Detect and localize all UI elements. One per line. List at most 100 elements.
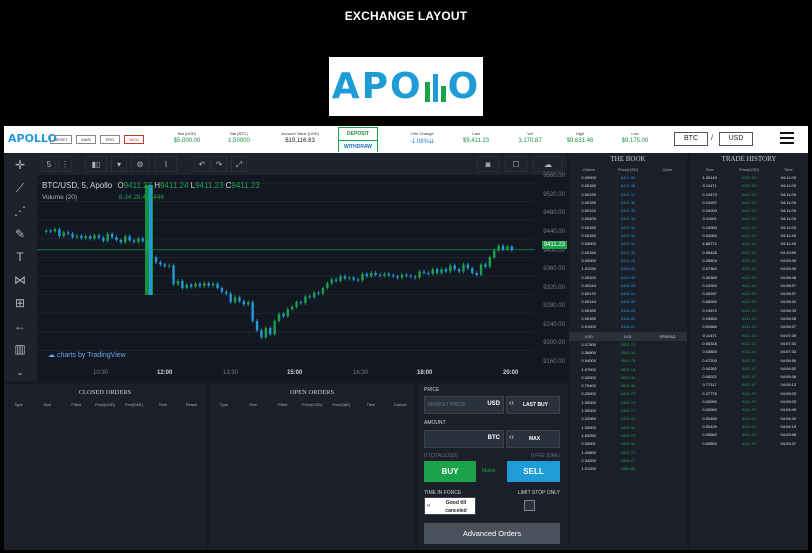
book-row[interactable]: 0.70400 9525.80 <box>569 382 687 390</box>
quote-currency-select[interactable]: USD <box>719 132 753 146</box>
reset-button[interactable]: RESET <box>50 135 72 144</box>
book-row[interactable]: 0.00165 9406.03 <box>569 307 687 315</box>
candles-plot <box>37 182 535 351</box>
tif-select[interactable]: ‹› Good till canceled <box>424 497 476 515</box>
candle <box>247 302 250 305</box>
candle <box>471 268 474 273</box>
deposit-button[interactable]: DEPOSIT <box>339 128 377 140</box>
book-row[interactable]: 1.01230 9410.00 <box>569 265 687 273</box>
dropdown-icon[interactable]: ▾ <box>111 156 127 172</box>
book-row[interactable]: 1.44600 9392.72 <box>569 449 687 457</box>
book-row[interactable]: 0.20000 9408.79 <box>569 390 687 398</box>
redo-icon[interactable]: ↷ <box>211 156 227 172</box>
collapse-icon[interactable]: ⌄ <box>12 364 28 380</box>
time-tick: 10:30 <box>93 370 109 376</box>
interval-menu[interactable]: ⋮ <box>58 156 72 172</box>
book-row[interactable]: 0.00009 9411.59 <box>569 174 687 182</box>
book-row[interactable]: 0.00244 9406.03 <box>569 282 687 290</box>
save-chart-icon[interactable]: ☐ <box>505 156 527 172</box>
pattern-icon[interactable]: ⋈ <box>12 272 28 288</box>
book-row[interactable]: 0.00165 9406.02 <box>569 315 687 323</box>
back-arrow-icon[interactable]: ← <box>12 318 28 334</box>
book-row[interactable]: 0.36800 9543.55 <box>569 349 687 357</box>
book-row[interactable]: 0.54000 9542.75 <box>569 357 687 365</box>
trade-row: 0.03800 9411.24 04:07:34 <box>702 349 797 355</box>
sell-button[interactable]: SELL <box>507 461 560 482</box>
menu-icon[interactable] <box>780 132 794 147</box>
candle <box>400 274 404 278</box>
trade-row: 0.11471 9411.24 04:07:39 <box>702 332 797 338</box>
book-row[interactable]: 0.34200 9390.27 <box>569 457 687 465</box>
book-row[interactable]: 0.00154 9411.30 <box>569 249 687 257</box>
settings-icon[interactable]: ⚙ <box>131 156 149 172</box>
candle <box>172 265 175 285</box>
limit-stop-checkbox[interactable] <box>524 500 535 511</box>
candle <box>352 277 355 280</box>
book-row[interactable]: 1.07000 9525.13 <box>569 366 687 374</box>
fib-icon[interactable]: ⋰ <box>12 203 28 219</box>
closed-orders-headers: Type Size Filled Price(USD) Fee(DAE) Time Resu… <box>14 402 198 407</box>
advanced-orders-button[interactable]: Advanced Orders <box>424 523 560 544</box>
book-title: THE BOOK <box>610 155 646 163</box>
book-row[interactable]: 0.00122 9411.35 <box>569 207 687 215</box>
candle <box>370 272 373 277</box>
brush-icon[interactable]: ✎ <box>12 226 28 242</box>
book-row[interactable]: 0.00155 9411.33 <box>569 224 687 232</box>
book-row[interactable]: 0.02000 9520.26 <box>569 374 687 382</box>
candle <box>457 269 461 272</box>
base-currency-select[interactable]: BTC <box>674 132 708 146</box>
book-row[interactable]: 0.01000 9406.01 <box>569 323 687 331</box>
book-row[interactable]: 0.00155 9411.36 <box>569 199 687 207</box>
stat-bal-usd: Bal (USD) $5,000.00 <box>173 131 201 144</box>
trade-row: 0.10473 9412.23 04:11:09 <box>702 191 796 197</box>
text-icon[interactable]: T <box>12 249 28 265</box>
book-row[interactable]: 0.05000 9411.31 <box>569 240 687 248</box>
trade-row: 4.88772 9411.24 04:11:45 <box>702 241 796 247</box>
pro-button[interactable]: PRO <box>100 135 120 144</box>
trendline-icon[interactable]: ⟋ <box>12 180 28 196</box>
withdraw-button[interactable]: WITHDRAW <box>339 140 377 152</box>
amount-input[interactable]: BTC <box>424 430 504 448</box>
book-row[interactable]: 4.69250 9398.70 <box>569 432 687 440</box>
book-row[interactable]: 0.00170 9406.01 <box>569 290 687 298</box>
trade-row: 0.11001 9412.23 04:11:03 <box>702 216 796 222</box>
indicators-icon[interactable]: ⌇ <box>155 156 177 172</box>
book-row[interactable]: 1.01200 9380.88 <box>569 465 687 473</box>
book-row[interactable]: 0.00144 9406.00 <box>569 298 687 306</box>
trade-row: 0.00429 9411.01 04:04:15 <box>702 423 797 429</box>
last-buy-select[interactable]: ‹› LAST BUY <box>506 396 560 414</box>
book-row[interactable]: 0.00165 9411.38 <box>569 182 687 190</box>
trade-row: 0.00021 9411.97 04:05:38 <box>702 374 797 380</box>
book-row[interactable]: 3.00000 9411.29 <box>569 257 687 265</box>
buy-button[interactable]: BUY <box>424 461 476 482</box>
book-row[interactable]: 0.00001 9393.00 <box>569 440 687 448</box>
cloud-icon[interactable]: ☁ <box>533 156 563 172</box>
price-tick: 9440.00 <box>543 229 565 235</box>
book-row[interactable]: 1.00000 9406.77 <box>569 407 687 415</box>
bars-icon[interactable]: ▥ <box>12 341 28 357</box>
book-row[interactable]: 0.07300 9539.72 <box>569 341 687 349</box>
fullscreen-icon[interactable]: ⤢ <box>231 156 247 172</box>
book-row[interactable]: 0.22084 9406.00 <box>569 415 687 423</box>
book-row[interactable]: 0.00154 9411.32 <box>569 232 687 240</box>
open-orders-headers: Type Size Filled Price(USD) Fee(DAE) Time Canc… <box>219 402 407 407</box>
volume-spike <box>149 185 152 295</box>
price-chart[interactable]: ✛ ⟋ ⋰ ✎ T ⋈ ⊞ ← ▥ ⌄ 5 ⋮ ▮▯ ▾ ⚙ ⌇ ↶ ↷ ⤢ ◙… <box>4 153 567 381</box>
book-row[interactable]: 1.00000 9406.79 <box>569 399 687 407</box>
candles-icon[interactable]: ▮▯ <box>85 156 107 172</box>
book-row[interactable]: 1.00000 9400.00 <box>569 424 687 432</box>
book-row[interactable]: 0.00133 9411.37 <box>569 191 687 199</box>
book-row[interactable]: 0.00100 9410.49 <box>569 274 687 282</box>
camera-icon[interactable]: ◙ <box>477 156 499 172</box>
crosshair-icon[interactable]: ✛ <box>12 157 28 173</box>
candle <box>356 279 360 281</box>
measure-icon[interactable]: ⊞ <box>12 295 28 311</box>
save-button[interactable]: SAVE <box>76 135 96 144</box>
interval-select[interactable]: 5 <box>42 156 56 172</box>
candle <box>475 272 478 275</box>
max-select[interactable]: ‹› MAX <box>506 430 560 448</box>
price-input[interactable]: MARKET PRICE USD <box>424 396 504 414</box>
book-row[interactable]: 0.00409 9411.34 <box>569 215 687 223</box>
undo-icon[interactable]: ↶ <box>194 156 210 172</box>
new-button[interactable]: NEW <box>124 135 144 144</box>
